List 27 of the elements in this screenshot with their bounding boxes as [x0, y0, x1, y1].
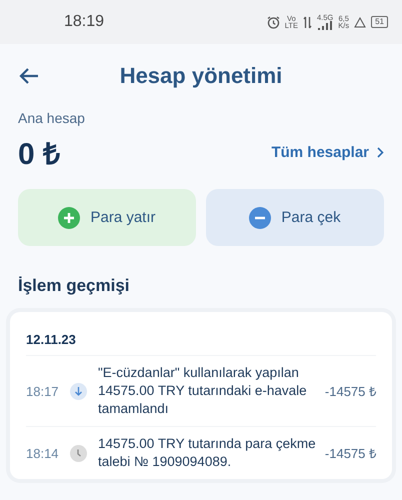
page-title: Hesap yönetimi [118, 63, 284, 89]
transaction-row[interactable]: 18:14 14575.00 TRY tutarında para çekme talebi № 1909094089. -14575 ₺ [26, 426, 376, 479]
transaction-amount: -14575 ₺ [324, 445, 376, 462]
account-label: Ana hesap [17, 109, 86, 126]
plus-icon [58, 206, 80, 228]
transaction-description: "E-cüzdanlar" kullanılarak yapılan 14575.00 TRY tutarındaki e-havale tamamlandı [98, 364, 308, 418]
status-time: 18:19 [64, 13, 106, 31]
battery-icon: 51 [371, 16, 388, 28]
section-title: İşlem geçmişi [17, 275, 131, 296]
transaction-time: 18:17 [26, 384, 60, 398]
minus-icon [249, 206, 272, 228]
clock-icon [70, 444, 87, 462]
transaction-description: 14575.00 TRY tutarında para çekme talebi № 1909094089. [98, 435, 317, 471]
transaction-time: 18:14 [26, 446, 60, 460]
arrow-down-icon [70, 382, 87, 400]
signal-icon [318, 21, 332, 30]
data-transfer-icon [302, 16, 312, 28]
deposit-button[interactable]: Para yatır [18, 189, 196, 246]
alarm-icon [266, 16, 280, 28]
balance-amount: 0 ₺ [18, 137, 62, 173]
all-accounts-link[interactable]: Tüm hesaplar [271, 144, 384, 161]
transaction-amount: -14575 ₺ [324, 383, 376, 400]
date-heading: 12.11.23 [26, 332, 77, 347]
transaction-row[interactable]: 18:17 "E-cüzdanlar" kullanılarak yapılan 14575.00 TRY tutarındaki e-havale tamamlandı -14575 ₺ [26, 355, 376, 426]
chevron-right-icon [377, 147, 384, 158]
warning-icon [354, 16, 366, 28]
withdraw-button[interactable]: Para çek [206, 189, 384, 246]
